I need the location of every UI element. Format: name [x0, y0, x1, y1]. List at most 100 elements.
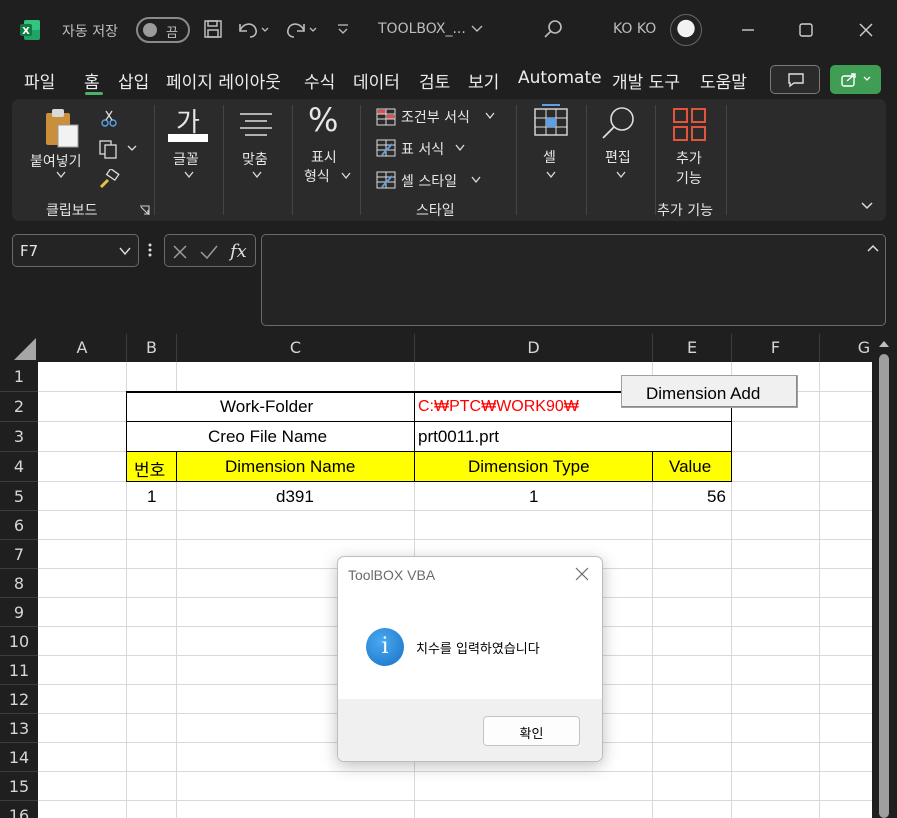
row-header-12[interactable]: 12 — [0, 685, 38, 714]
copy-icon[interactable] — [98, 139, 138, 159]
format-as-table-icon[interactable] — [376, 139, 396, 157]
editing-chevron-icon[interactable] — [616, 171, 626, 179]
row-header-2[interactable]: 2 — [0, 392, 38, 422]
cells-label[interactable]: 셀 — [543, 147, 556, 167]
align-chevron-icon[interactable] — [252, 171, 262, 179]
minimize-icon[interactable] — [740, 22, 756, 38]
editing-label[interactable]: 편집 — [605, 147, 631, 167]
dimension-add-button[interactable]: Dimension Add — [621, 375, 798, 408]
cell-styles-icon[interactable] — [376, 171, 396, 189]
conditional-format-label[interactable]: 조건부 서식 — [401, 107, 470, 127]
scrollbar-thumb[interactable] — [879, 354, 889, 818]
tab-data[interactable]: 데이터 — [353, 68, 400, 93]
column-header-c[interactable]: C — [177, 334, 415, 362]
name-box-chevron-icon[interactable] — [119, 247, 131, 256]
formula-input[interactable] — [261, 234, 886, 326]
row-header-16[interactable]: 16 — [0, 801, 38, 818]
dialog-launcher-icon[interactable] — [139, 205, 150, 216]
scroll-up-icon[interactable] — [878, 340, 890, 348]
tab-file[interactable]: 파일 — [24, 68, 55, 93]
font-label[interactable]: 글꼴 — [173, 149, 199, 169]
share-button[interactable] — [830, 65, 881, 94]
insert-function-icon[interactable]: fx — [228, 240, 252, 262]
tab-help[interactable]: 도움말 — [700, 68, 747, 93]
add-ins-label-2[interactable]: 기능 — [676, 168, 702, 188]
redo-icon[interactable] — [284, 18, 318, 40]
row-header-9[interactable]: 9 — [0, 598, 38, 627]
more-options-icon[interactable] — [147, 242, 153, 258]
tab-page-layout[interactable]: 페이지 레이아웃 — [166, 68, 281, 93]
select-all-icon[interactable] — [0, 334, 38, 362]
close-icon[interactable] — [858, 22, 874, 38]
gridline — [819, 362, 820, 818]
cells-chevron-icon[interactable] — [546, 171, 556, 179]
column-header-f[interactable]: F — [732, 334, 820, 362]
number-chevron-icon[interactable] — [341, 172, 351, 180]
cells-icon — [534, 104, 568, 136]
row-header-15[interactable]: 15 — [0, 772, 38, 801]
search-icon[interactable] — [542, 18, 564, 40]
tab-review[interactable]: 검토 — [419, 68, 450, 93]
column-header-e[interactable]: E — [653, 334, 732, 362]
cell-reference: F7 — [20, 242, 39, 260]
row-header-10[interactable]: 10 — [0, 627, 38, 656]
row-header-7[interactable]: 7 — [0, 540, 38, 569]
customize-toolbar-icon[interactable] — [336, 22, 350, 36]
format-painter-icon[interactable] — [98, 169, 120, 189]
paste-chevron-icon[interactable] — [56, 171, 66, 179]
row-header-8[interactable]: 8 — [0, 569, 38, 598]
user-name[interactable]: KO KO — [613, 21, 656, 37]
column-header-a[interactable]: A — [38, 334, 127, 362]
table-border — [126, 481, 732, 482]
row-header-14[interactable]: 14 — [0, 743, 38, 772]
close-icon[interactable] — [574, 566, 590, 582]
cancel-icon[interactable] — [171, 243, 189, 261]
row-header-6[interactable]: 6 — [0, 511, 38, 540]
conditional-format-chevron-icon[interactable] — [485, 112, 495, 120]
row-header-4[interactable]: 4 — [0, 452, 38, 482]
tab-view[interactable]: 보기 — [468, 68, 499, 93]
column-header-b[interactable]: B — [127, 334, 177, 362]
table-format-chevron-icon[interactable] — [455, 144, 465, 152]
ok-button[interactable]: 확인 — [483, 716, 580, 746]
ribbon-collapse-chevron-icon[interactable] — [860, 201, 874, 211]
active-tab-indicator — [85, 92, 103, 95]
paste-label[interactable]: 붙여넣기 — [30, 151, 82, 171]
row-header-13[interactable]: 13 — [0, 714, 38, 743]
enter-icon[interactable] — [199, 243, 219, 261]
number-format-label-1[interactable]: 표시 — [311, 147, 337, 167]
cell-styles-label[interactable]: 셀 스타일 — [401, 171, 457, 191]
number-format-label-2[interactable]: 형식 — [304, 166, 330, 186]
autosave-toggle[interactable]: 끔 — [136, 17, 190, 43]
row-header-11[interactable]: 11 — [0, 656, 38, 685]
tab-home[interactable]: 홈 — [84, 68, 100, 93]
row-header-1[interactable]: 1 — [0, 362, 38, 392]
undo-icon[interactable] — [236, 18, 270, 40]
conditional-format-icon[interactable] — [376, 108, 396, 126]
file-name[interactable]: TOOLBOX_... — [378, 21, 466, 37]
collapse-formula-bar-icon[interactable] — [866, 243, 880, 253]
save-icon[interactable] — [203, 19, 223, 39]
font-chevron-icon[interactable] — [184, 171, 194, 179]
avatar[interactable] — [670, 14, 702, 46]
row-header-3[interactable]: 3 — [0, 422, 38, 452]
format-as-table-label[interactable]: 표 서식 — [401, 139, 444, 159]
maximize-icon[interactable] — [798, 22, 814, 38]
row-header-5[interactable]: 5 — [0, 482, 38, 511]
cell-styles-chevron-icon[interactable] — [471, 176, 481, 184]
comments-button[interactable] — [770, 65, 820, 94]
add-ins-label-1[interactable]: 추가 — [676, 148, 702, 168]
tab-formulas[interactable]: 수식 — [304, 68, 335, 93]
column-header-d[interactable]: D — [415, 334, 653, 362]
tab-automate[interactable]: Automate — [518, 68, 602, 88]
paste-icon[interactable] — [42, 107, 82, 151]
name-box[interactable]: F7 — [12, 234, 139, 267]
header-dimension-name: Dimension Name — [225, 457, 356, 476]
align-label[interactable]: 맞춤 — [242, 149, 268, 169]
cut-icon[interactable] — [100, 109, 118, 127]
filename-chevron-icon[interactable] — [470, 24, 484, 34]
header-no: 번호 — [134, 461, 166, 480]
tab-developer[interactable]: 개발 도구 — [612, 68, 680, 93]
header-value: Value — [669, 457, 712, 476]
tab-insert[interactable]: 삽입 — [118, 68, 149, 93]
